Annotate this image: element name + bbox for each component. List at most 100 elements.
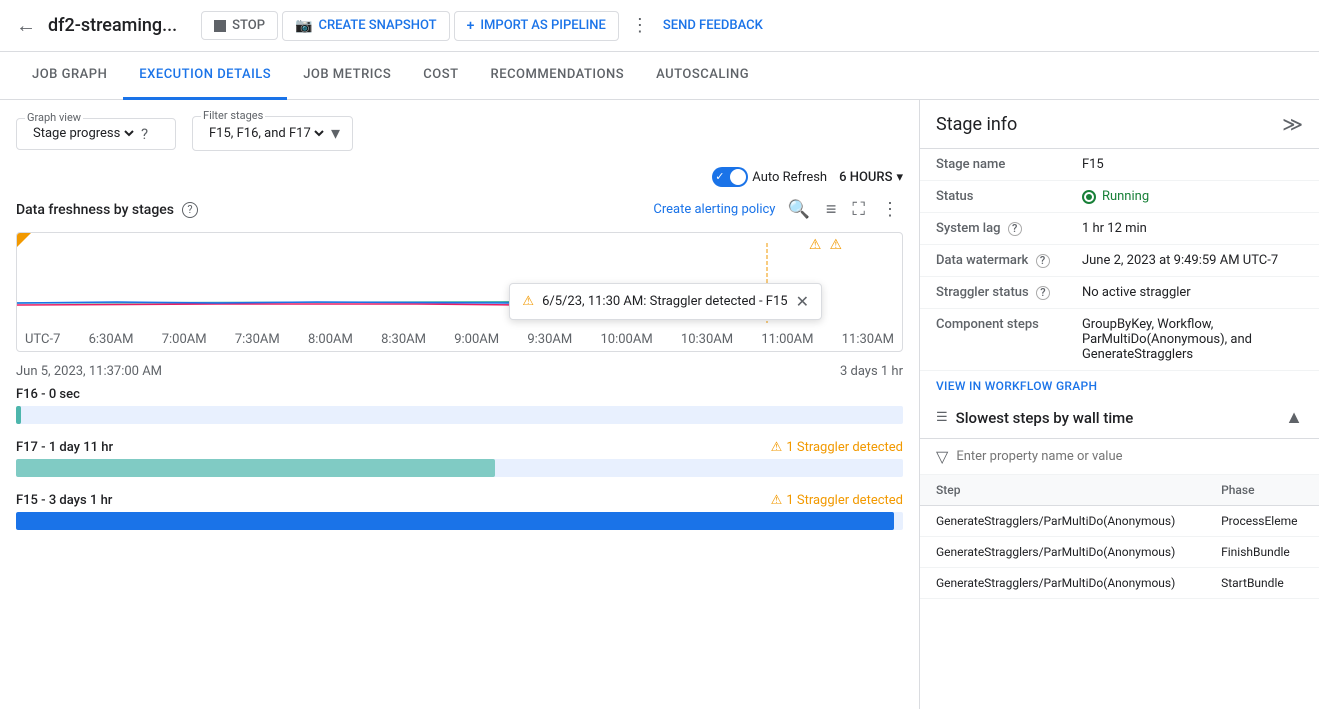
hours-selector[interactable]: 6 HOURS ▾ (839, 170, 903, 185)
tab-job-graph[interactable]: JOB GRAPH (16, 52, 123, 100)
bar-item-f17: F17 - 1 day 11 hr ⚠ 1 Straggler detected (16, 440, 903, 477)
step-cell-2: GenerateStragglers/ParMultiDo(Anonymous) (920, 568, 1205, 599)
bar-section: Jun 5, 2023, 11:37:00 AM 3 days 1 hr F16… (16, 364, 903, 530)
graph-view-select[interactable]: Stage progress (29, 125, 137, 142)
controls-row: Graph view Stage progress ? Filter stage… (16, 116, 903, 151)
create-alerting-link[interactable]: Create alerting policy (653, 202, 775, 217)
topbar: ← df2-streaming... STOP 📷 CREATE SNAPSHO… (0, 0, 1319, 52)
freshness-title: Data freshness by stages (16, 202, 174, 218)
bar-f17-warning-text: 1 Straggler detected (786, 440, 903, 455)
xaxis-label-3: 7:30AM (235, 332, 280, 347)
tab-recommendations[interactable]: RECOMMENDATIONS (475, 52, 641, 100)
field-label-stage-name: Stage name (920, 149, 1066, 181)
table-row: GenerateStragglers/ParMultiDo(Anonymous)… (920, 568, 1319, 599)
tab-job-metrics[interactable]: JOB METRICS (287, 52, 407, 100)
filter-input[interactable] (956, 449, 1303, 464)
field-label-component-steps: Component steps (920, 309, 1066, 371)
table-row: Component steps GroupByKey, Workflow, Pa… (920, 309, 1319, 371)
more-options-button[interactable]: ⋮ (623, 8, 659, 44)
bar-f15-label: F15 - 3 days 1 hr (16, 493, 112, 508)
auto-refresh-toggle[interactable]: ✓ Auto Refresh (712, 167, 827, 187)
bar-f16-track (16, 406, 903, 424)
xaxis-label-7: 9:30AM (527, 332, 572, 347)
tooltip-text: 6/5/23, 11:30 AM: Straggler detected - F… (542, 294, 788, 309)
graph-view-help-icon[interactable]: ? (141, 125, 148, 143)
step-cell-1: GenerateStragglers/ParMultiDo(Anonymous) (920, 537, 1205, 568)
toggle-check-icon: ✓ (715, 170, 724, 183)
page-title: df2-streaming... (48, 15, 177, 36)
field-label-data-watermark: Data watermark ? (920, 245, 1066, 277)
table-row: Data watermark ? June 2, 2023 at 9:49:59… (920, 245, 1319, 277)
slowest-collapse-icon[interactable]: ▲ (1285, 407, 1303, 428)
hours-label: 6 HOURS (839, 170, 892, 185)
phase-cell-2: StartBundle (1205, 568, 1319, 599)
xaxis-label-8: 10:00AM (600, 332, 652, 347)
chart-container: ⚠ ⚠ UTC-7 6:30AM 7:00AM 7:30AM 8:00AM (16, 232, 903, 352)
bar-f15-warning-text: 1 Straggler detected (786, 493, 903, 508)
import-pipeline-button[interactable]: + IMPORT AS PIPELINE (454, 11, 619, 41)
status-dot-inner (1086, 194, 1092, 200)
status-running-label: Running (1102, 189, 1149, 204)
straggler-help-icon[interactable]: ? (1036, 286, 1050, 300)
zoom-icon[interactable]: 🔍 (783, 195, 813, 224)
stage-info-header: Stage info ≫ (920, 100, 1319, 149)
table-row: Stage name F15 (920, 149, 1319, 181)
xaxis-label-2: 7:00AM (162, 332, 207, 347)
bar-item-f15: F15 - 3 days 1 hr ⚠ 1 Straggler detected (16, 493, 903, 530)
graph-view-label: Graph view (25, 111, 83, 124)
chart-xaxis: UTC-7 6:30AM 7:00AM 7:30AM 8:00AM 8:30AM… (17, 321, 902, 351)
bar-f16-fill (16, 406, 21, 424)
filter-chart-icon[interactable]: ≡ (822, 195, 841, 224)
topbar-actions: STOP 📷 CREATE SNAPSHOT + IMPORT AS PIPEL… (201, 8, 763, 44)
status-dot-icon (1082, 190, 1096, 204)
main-layout: Graph view Stage progress ? Filter stage… (0, 100, 1319, 709)
bar-f16-label: F16 - 0 sec (16, 387, 80, 402)
stage-info-title: Stage info (936, 114, 1017, 135)
bar-f15-fill (16, 512, 894, 530)
filter-stages-field: Filter stages F15, F16, and F17 ▾ (192, 116, 353, 151)
tooltip-close-button[interactable]: ✕ (796, 292, 809, 311)
xaxis-label-10: 11:00AM (761, 332, 813, 347)
steps-table-header-row: Step Phase (920, 475, 1319, 506)
tab-autoscaling[interactable]: AUTOSCALING (640, 52, 765, 100)
refresh-row: ✓ Auto Refresh 6 HOURS ▾ (16, 167, 903, 187)
xaxis-label-6: 9:00AM (454, 332, 499, 347)
xaxis-label-4: 8:00AM (308, 332, 353, 347)
freshness-help-icon[interactable]: ? (182, 202, 198, 218)
field-value-data-watermark: June 2, 2023 at 9:49:59 AM UTC-7 (1066, 245, 1319, 277)
bar-f17-warning: ⚠ 1 Straggler detected (771, 440, 903, 455)
chart-tooltip: ⚠ 6/5/23, 11:30 AM: Straggler detected -… (509, 283, 822, 320)
view-workflow-link[interactable]: VIEW IN WORKFLOW GRAPH (920, 371, 1319, 397)
filter-funnel-icon: ▽ (936, 447, 948, 466)
more-chart-options-icon[interactable]: ⋮ (877, 195, 903, 224)
field-value-straggler-status: No active straggler (1066, 277, 1319, 309)
collapse-panel-button[interactable]: ≫ (1282, 112, 1303, 136)
field-label-system-lag: System lag ? (920, 213, 1066, 245)
filter-stages-arrow-icon: ▾ (331, 123, 340, 144)
back-button[interactable]: ← (16, 13, 36, 38)
system-lag-help-icon[interactable]: ? (1008, 222, 1022, 236)
tab-execution-details[interactable]: EXECUTION DETAILS (123, 52, 287, 100)
send-feedback-button[interactable]: SEND FEEDBACK (663, 18, 763, 33)
create-snapshot-button[interactable]: 📷 CREATE SNAPSHOT (282, 11, 450, 41)
fullscreen-icon[interactable]: ⛶ (848, 195, 869, 224)
left-panel: Graph view Stage progress ? Filter stage… (0, 100, 919, 709)
auto-refresh-label: Auto Refresh (752, 170, 827, 185)
stop-button[interactable]: STOP (201, 11, 278, 40)
field-label-straggler-status: Straggler status ? (920, 277, 1066, 309)
table-row: Straggler status ? No active straggler (920, 277, 1319, 309)
tab-cost[interactable]: COST (407, 52, 474, 100)
phase-cell-1: FinishBundle (1205, 537, 1319, 568)
status-badge: Running (1082, 189, 1303, 204)
col-step: Step (920, 475, 1205, 506)
stop-label: STOP (232, 18, 265, 33)
filter-stages-label: Filter stages (201, 109, 265, 122)
slowest-steps-header[interactable]: ☰ Slowest steps by wall time ▲ (920, 397, 1319, 439)
import-pipeline-label: IMPORT AS PIPELINE (480, 18, 606, 33)
field-value-stage-name: F15 (1066, 149, 1319, 181)
filter-stages-select[interactable]: F15, F16, and F17 (205, 125, 327, 142)
xaxis-label-5: 8:30AM (381, 332, 426, 347)
table-row: GenerateStragglers/ParMultiDo(Anonymous)… (920, 537, 1319, 568)
data-watermark-help-icon[interactable]: ? (1036, 254, 1050, 268)
warning-icon-f17: ⚠ (771, 440, 783, 455)
